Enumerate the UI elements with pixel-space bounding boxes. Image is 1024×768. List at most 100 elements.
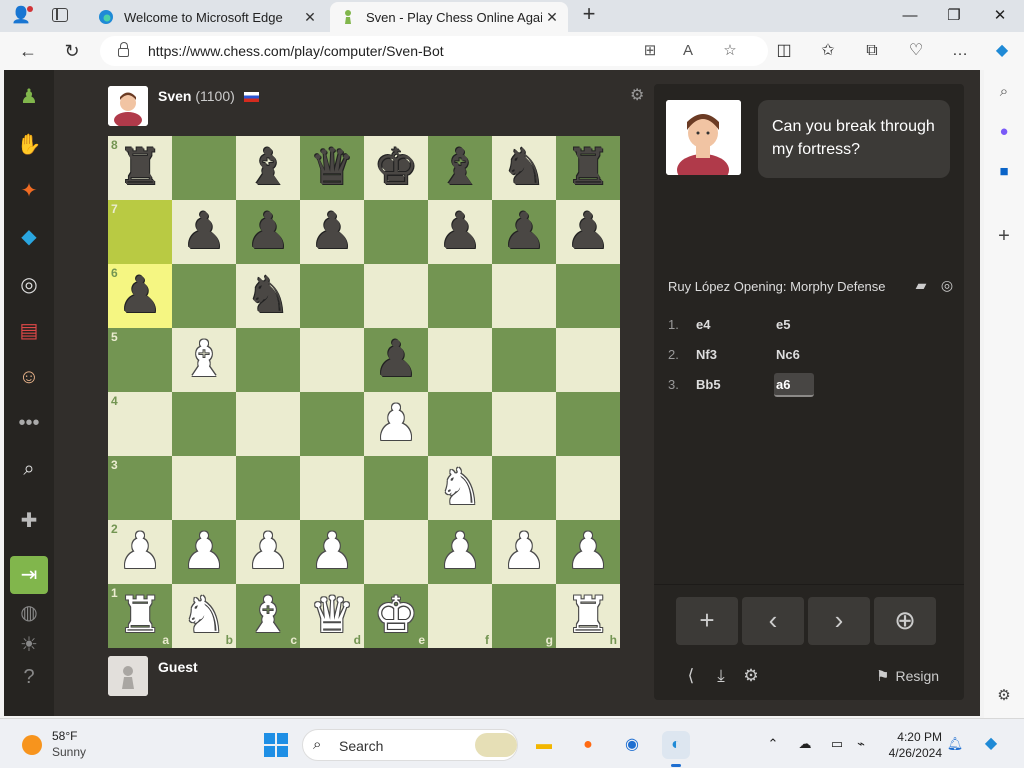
close-window-button[interactable]: ✕ [988,6,1012,26]
black-queen-piece[interactable]: ♛ [300,136,364,200]
white-pawn-piece[interactable]: ♟ [236,520,300,584]
resign-button[interactable]: ⚑ Resign [876,667,939,685]
white-move[interactable]: Nf3 [696,347,717,362]
black-pawn-piece[interactable]: ♟ [492,200,556,264]
apps-icon[interactable]: ⊞ [640,42,660,60]
square-h4[interactable] [556,392,620,456]
opening-name[interactable]: Ruy López Opening: Morphy Defense [668,279,886,294]
square-b1[interactable]: b ♞ [172,584,236,648]
square-g7[interactable]: ♟ [492,200,556,264]
chrome-icon[interactable]: ◉ [618,731,646,759]
square-g4[interactable] [492,392,556,456]
back-button[interactable]: ← [16,40,40,62]
square-d5[interactable] [300,328,364,392]
black-knight-piece[interactable]: ♞ [236,264,300,328]
square-e7[interactable] [364,200,428,264]
white-pawn-piece[interactable]: ♟ [556,520,620,584]
download-icon[interactable]: ⤓ [710,665,732,687]
square-b2[interactable]: ♟ [172,520,236,584]
show-hidden-icons[interactable]: ⌃ [764,735,782,753]
tab-welcome[interactable]: Welcome to Microsoft Edge ✕ [88,2,326,32]
tab-chess[interactable]: Sven - Play Chess Online Against ✕ [330,2,568,32]
white-knight-piece[interactable]: ♞ [172,584,236,648]
square-h3[interactable] [556,456,620,520]
white-pawn-piece[interactable]: ♟ [300,520,364,584]
square-b4[interactable] [172,392,236,456]
clock[interactable]: 4:20 PM 4/26/2024 [880,729,942,761]
square-d6[interactable] [300,264,364,328]
square-b5[interactable]: ♝ [172,328,236,392]
white-pawn-piece[interactable]: ♟ [492,520,556,584]
square-g6[interactable] [492,264,556,328]
black-pawn-piece[interactable]: ♟ [428,200,492,264]
white-pawn-piece[interactable]: ♟ [108,520,172,584]
previous-move-button[interactable]: ‹ [742,597,804,645]
white-bishop-piece[interactable]: ♝ [172,328,236,392]
chess-board[interactable]: 8 ♜ ♝ ♛ ♚ ♝ ♞ ♜ 7 ♟ ♟ ♟ ♟ ♟ ♟ 6 ♟ ♞ 5 ♝ ♟ 4 ♟ 3 ♞ 2 ♟ ♟ ♟ ♟ ♟ ♟ ♟ 1 a ♜ b ♞ c ♝… [108,136,620,648]
profile-icon[interactable]: 👤 [10,6,33,26]
square-d7[interactable]: ♟ [300,200,364,264]
square-a7[interactable]: 7 [108,200,172,264]
square-h1[interactable]: h ♜ [556,584,620,648]
square-c2[interactable]: ♟ [236,520,300,584]
sidebar-settings-icon[interactable]: ⚙ [994,686,1014,706]
square-h8[interactable]: ♜ [556,136,620,200]
square-f1[interactable]: f [428,584,492,648]
taskbar-search[interactable]: ⌕ Search [302,729,518,761]
square-h5[interactable] [556,328,620,392]
square-f2[interactable]: ♟ [428,520,492,584]
add-app-icon[interactable]: + [994,226,1014,246]
white-rook-piece[interactable]: ♜ [108,584,172,648]
square-b3[interactable] [172,456,236,520]
square-e6[interactable] [364,264,428,328]
square-a4[interactable]: 4 [108,392,172,456]
square-e4[interactable]: ♟ [364,392,428,456]
outlook-icon[interactable]: ■ [994,162,1014,182]
black-pawn-piece[interactable]: ♟ [364,328,428,392]
explore-compass-icon[interactable]: ◎ [938,276,956,294]
black-pawn-piece[interactable]: ♟ [300,200,364,264]
square-c8[interactable]: ♝ [236,136,300,200]
black-pawn-piece[interactable]: ♟ [172,200,236,264]
more-icon[interactable]: ••• [14,408,44,438]
opponent-name[interactable]: Sven [158,88,191,104]
square-d4[interactable] [300,392,364,456]
square-f4[interactable] [428,392,492,456]
square-a2[interactable]: 2 ♟ [108,520,172,584]
square-c1[interactable]: c ♝ [236,584,300,648]
white-rook-piece[interactable]: ♜ [556,584,620,648]
square-h6[interactable] [556,264,620,328]
book-icon[interactable]: ▰ [912,276,930,294]
square-c3[interactable] [236,456,300,520]
square-c5[interactable] [236,328,300,392]
square-g1[interactable]: g [492,584,556,648]
square-g8[interactable]: ♞ [492,136,556,200]
white-move[interactable]: e4 [696,317,710,332]
notification-bell-icon[interactable]: 🔔︎ [946,735,964,753]
square-b7[interactable]: ♟ [172,200,236,264]
tab-actions-icon[interactable] [52,8,68,22]
add-friend-icon[interactable]: ✚ [14,506,44,536]
square-e2[interactable] [364,520,428,584]
login-button[interactable]: ⇥ [10,556,48,594]
square-a1[interactable]: 1 a ♜ [108,584,172,648]
white-queen-piece[interactable]: ♛ [300,584,364,648]
black-pawn-piece[interactable]: ♟ [236,200,300,264]
next-move-button[interactable]: › [808,597,870,645]
square-c4[interactable] [236,392,300,456]
search-icon[interactable]: ⌕ [994,82,1014,102]
square-b8[interactable] [172,136,236,200]
news-icon[interactable]: ▤ [14,316,44,346]
black-bishop-piece[interactable]: ♝ [236,136,300,200]
white-knight-piece[interactable]: ♞ [428,456,492,520]
black-knight-piece[interactable]: ♞ [492,136,556,200]
play-hand-icon[interactable]: ✋ [14,130,44,160]
search-icon[interactable]: ⌕ [14,454,44,484]
player-name[interactable]: Guest [158,659,198,675]
settings-icon[interactable]: ⚙ [740,665,762,687]
white-pawn-piece[interactable]: ♟ [364,392,428,456]
square-a3[interactable]: 3 [108,456,172,520]
start-button[interactable] [264,733,288,757]
more-menu-icon[interactable]: … [948,40,972,62]
square-e3[interactable] [364,456,428,520]
